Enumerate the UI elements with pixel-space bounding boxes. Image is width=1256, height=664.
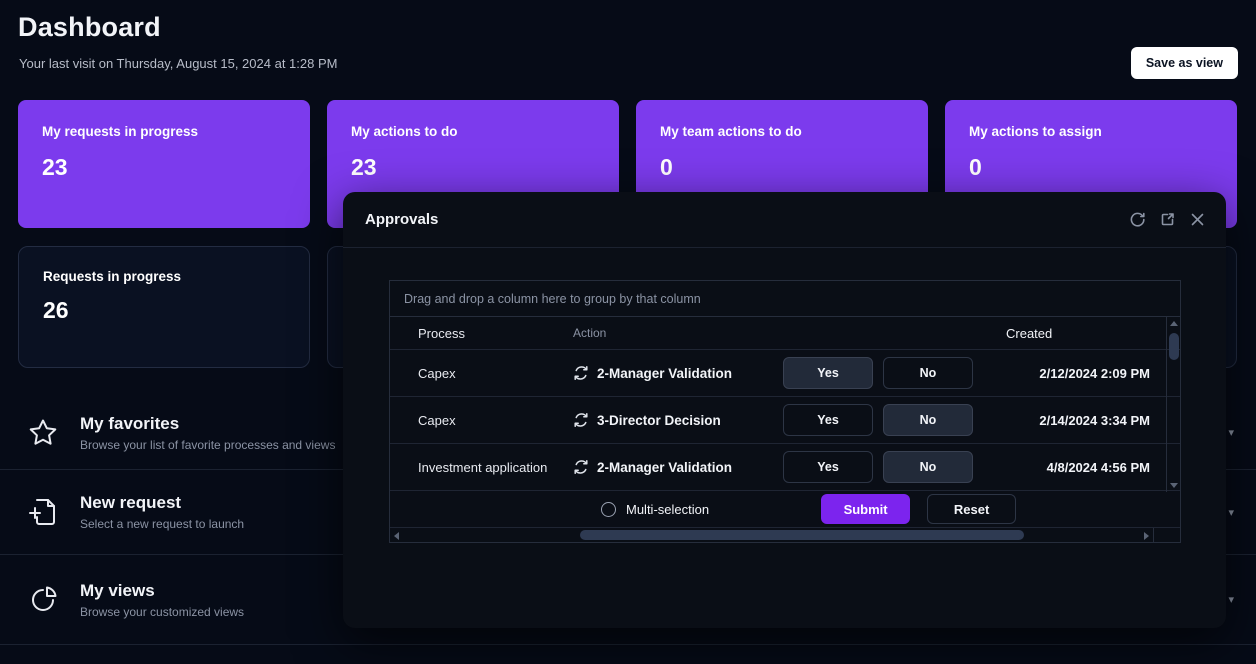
no-button[interactable]: No	[883, 357, 973, 389]
cell-created: 2/14/2024 3:34 PM	[973, 413, 1180, 428]
horizontal-scrollbar[interactable]	[390, 528, 1154, 542]
open-in-new-icon[interactable]	[1159, 211, 1176, 228]
nav-item-subtitle: Browse your list of favorite processes a…	[80, 438, 335, 452]
column-header-process[interactable]: Process	[390, 326, 573, 341]
stat-card-label: My requests in progress	[42, 124, 286, 139]
nav-item-text: New request Select a new request to laun…	[80, 493, 244, 531]
sync-icon	[573, 459, 589, 475]
column-header-action[interactable]: Action	[573, 326, 783, 340]
cell-action: 3-Director Decision	[573, 412, 783, 428]
nav-item-title: New request	[80, 493, 244, 513]
table-header-row: Process Action Created	[390, 317, 1180, 350]
multi-selection-label: Multi-selection	[626, 502, 709, 517]
cell-process: Capex	[390, 413, 573, 428]
stat-card-label: My actions to assign	[969, 124, 1213, 139]
multi-selection-row: Multi-selection Submit Reset	[390, 491, 1180, 528]
stat-card-value: 0	[660, 154, 904, 181]
cell-action-label: 2-Manager Validation	[597, 366, 732, 381]
no-button[interactable]: No	[883, 451, 973, 483]
stat-card-label: My actions to do	[351, 124, 595, 139]
pie-chart-icon	[26, 583, 60, 617]
nav-item-title: My favorites	[80, 414, 335, 434]
cell-process: Investment application	[390, 460, 573, 475]
cell-created: 4/8/2024 4:56 PM	[973, 460, 1180, 475]
approvals-modal: Approvals	[343, 192, 1226, 628]
star-icon	[26, 416, 60, 450]
yes-button[interactable]: Yes	[783, 451, 873, 483]
yes-button[interactable]: Yes	[783, 357, 873, 389]
table-row: Capex 3-Director Decision Yes No 2/14/20…	[390, 397, 1180, 444]
stat-card-label: My team actions to do	[660, 124, 904, 139]
scroll-down-icon[interactable]	[1170, 483, 1178, 488]
cell-process: Capex	[390, 366, 573, 381]
horizontal-scroll-thumb[interactable]	[580, 530, 1024, 540]
multi-selection-checkbox[interactable]	[601, 502, 616, 517]
vertical-scroll-thumb[interactable]	[1169, 333, 1179, 360]
nav-item-text: My favorites Browse your list of favorit…	[80, 414, 335, 452]
page-title: Dashboard	[18, 12, 161, 43]
refresh-icon[interactable]	[1129, 211, 1146, 228]
cell-action-label: 2-Manager Validation	[597, 460, 732, 475]
scroll-up-icon[interactable]	[1170, 321, 1178, 326]
scroll-right-icon[interactable]	[1144, 532, 1149, 540]
summary-card-requests-in-progress[interactable]: Requests in progress 26	[18, 246, 310, 368]
chevron-down-icon: ▾	[1228, 506, 1234, 519]
modal-header: Approvals	[343, 192, 1226, 248]
nav-item-text: My views Browse your customized views	[80, 581, 244, 619]
stat-card-value: 23	[42, 154, 286, 181]
yes-button[interactable]: Yes	[783, 404, 873, 436]
no-button[interactable]: No	[883, 404, 973, 436]
table-row: Capex 2-Manager Validation Yes No 2/12/2…	[390, 350, 1180, 397]
cell-created: 2/12/2024 2:09 PM	[973, 366, 1180, 381]
vertical-scrollbar[interactable]	[1166, 317, 1180, 492]
save-as-view-button[interactable]: Save as view	[1131, 47, 1238, 79]
group-by-dropzone[interactable]: Drag and drop a column here to group by …	[390, 281, 1180, 317]
cell-action: 2-Manager Validation	[573, 459, 783, 475]
document-plus-icon	[26, 495, 60, 529]
scroll-left-icon[interactable]	[394, 532, 399, 540]
summary-card-label: Requests in progress	[43, 269, 285, 284]
nav-item-subtitle: Select a new request to launch	[80, 517, 244, 531]
stat-card-value: 23	[351, 154, 595, 181]
nav-item-subtitle: Browse your customized views	[80, 605, 244, 619]
dashboard-page: Dashboard Your last visit on Thursday, A…	[0, 0, 1256, 664]
reset-button[interactable]: Reset	[927, 494, 1016, 524]
chevron-down-icon: ▾	[1228, 593, 1234, 606]
stat-card-value: 0	[969, 154, 1213, 181]
sync-icon	[573, 365, 589, 381]
sync-icon	[573, 412, 589, 428]
submit-button[interactable]: Submit	[821, 494, 910, 524]
cell-action: 2-Manager Validation	[573, 365, 783, 381]
stat-card-my-requests[interactable]: My requests in progress 23	[18, 100, 310, 228]
table-row: Investment application 2-Manager Validat…	[390, 444, 1180, 491]
modal-actions	[1129, 211, 1206, 228]
cell-action-label: 3-Director Decision	[597, 413, 721, 428]
approvals-grid: Drag and drop a column here to group by …	[389, 280, 1181, 543]
chevron-down-icon: ▾	[1228, 426, 1234, 439]
last-visit-text: Your last visit on Thursday, August 15, …	[19, 56, 337, 71]
column-header-created[interactable]: Created	[973, 326, 1180, 341]
modal-title: Approvals	[365, 211, 438, 228]
nav-item-title: My views	[80, 581, 244, 601]
summary-card-value: 26	[43, 297, 285, 324]
close-icon[interactable]	[1189, 211, 1206, 228]
